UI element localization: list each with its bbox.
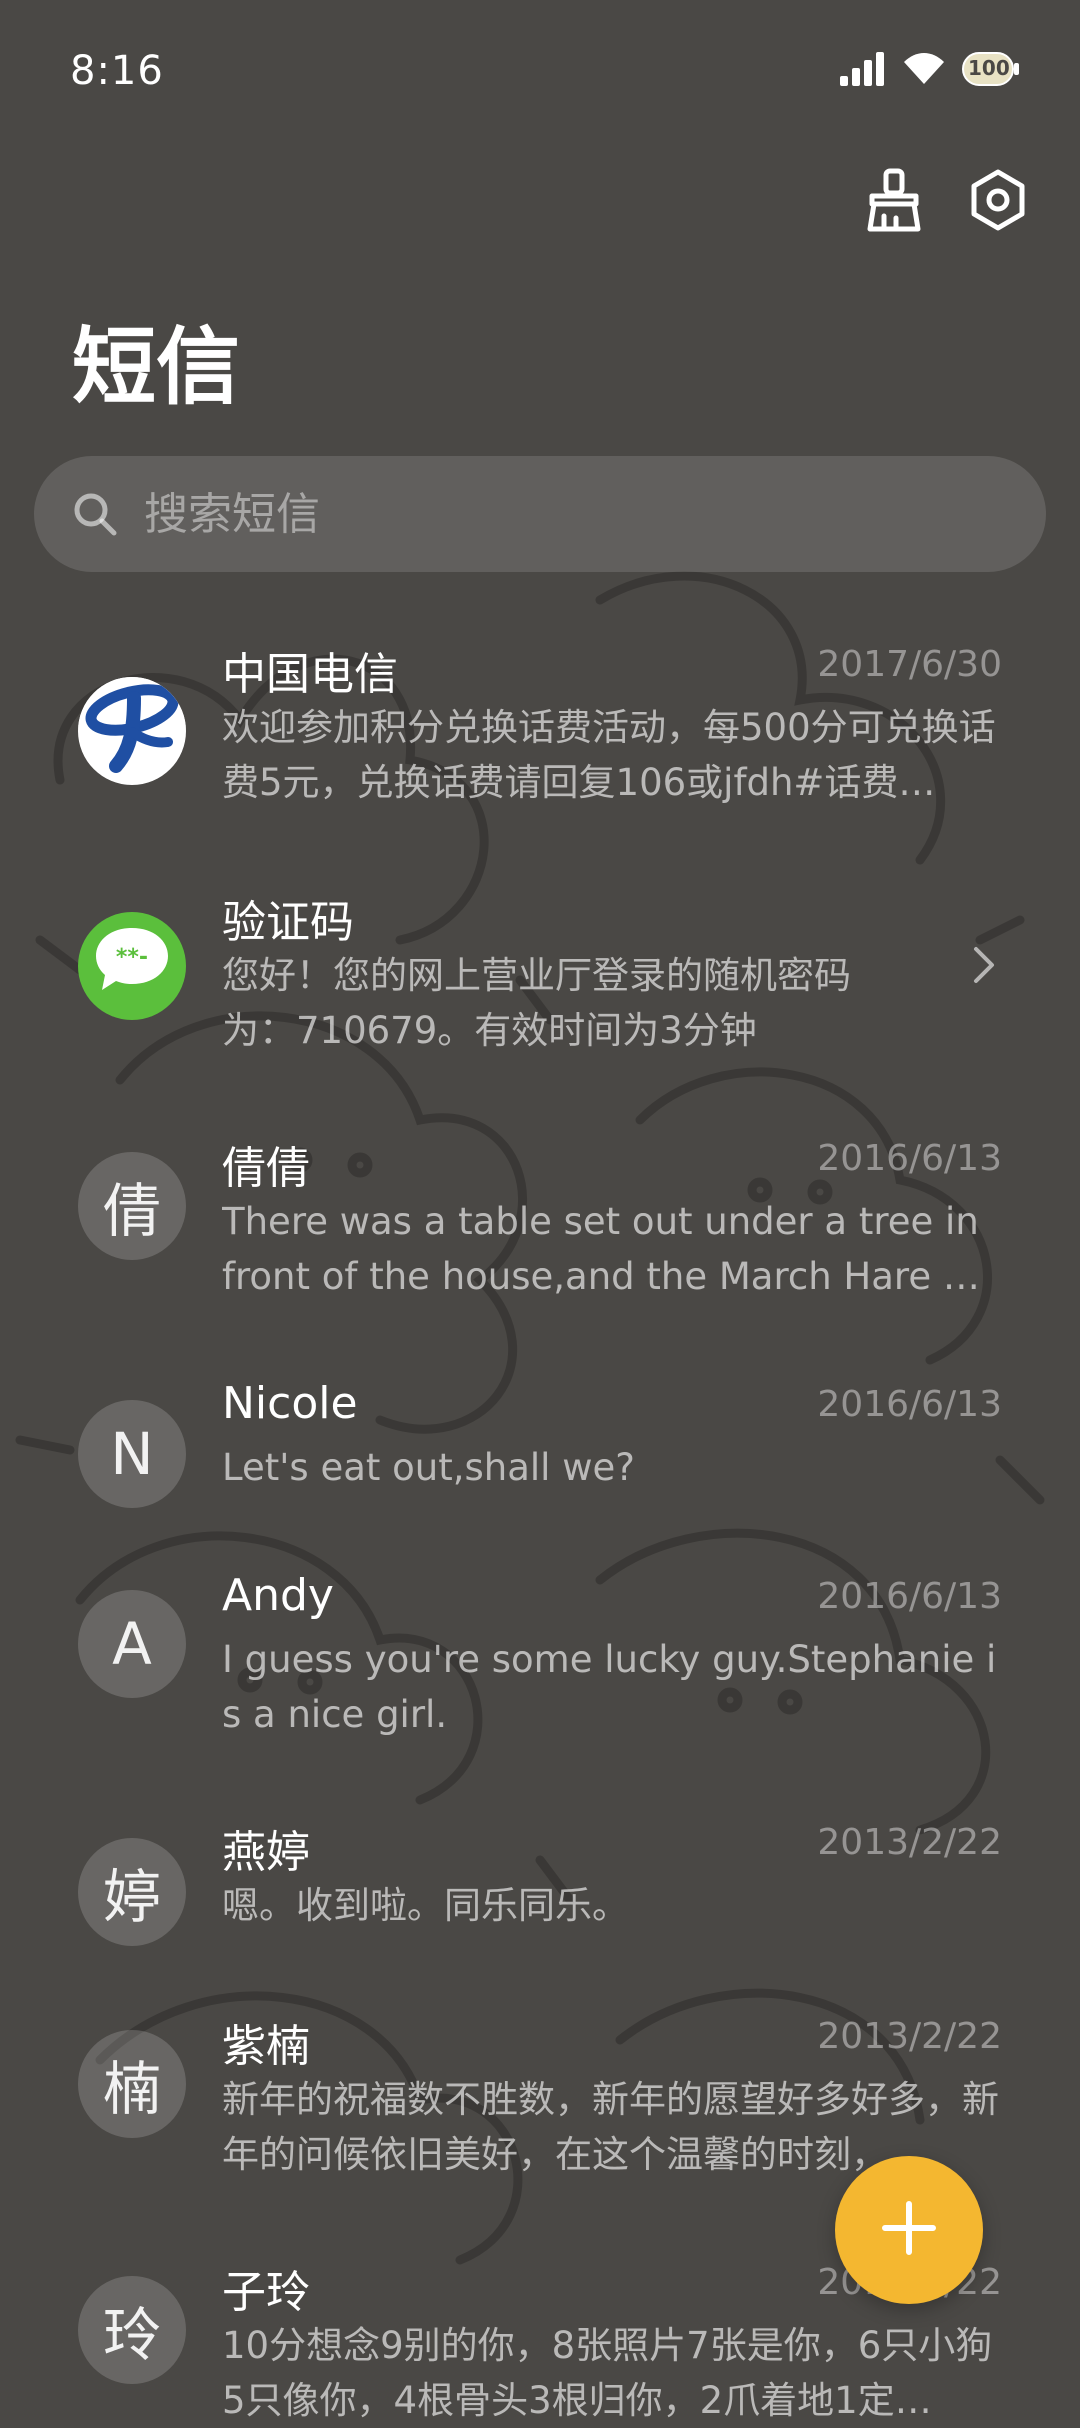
settings-button[interactable] bbox=[966, 168, 1030, 236]
avatar: N bbox=[78, 1400, 186, 1508]
battery-icon: 100 bbox=[962, 52, 1020, 90]
chevron-right-icon bbox=[966, 938, 1002, 992]
status-icons: 100 bbox=[840, 52, 1020, 90]
conversation-name: 验证码 bbox=[222, 897, 354, 948]
signal-icon bbox=[840, 52, 886, 90]
conversation-preview: 您好！您的网上营业厅登录的随机密码为：710679。有效时间为3分钟 bbox=[222, 954, 851, 1052]
conversation-name: 燕婷 bbox=[222, 1827, 310, 1878]
conversation-date: 2013/2/22 bbox=[817, 1822, 1002, 1863]
conversation-item[interactable]: A Andy 2016/6/13 I guess you're some luc… bbox=[0, 1570, 1080, 1740]
new-message-button[interactable] bbox=[835, 2156, 983, 2304]
avatar-text: **- bbox=[116, 945, 148, 970]
conversation-item[interactable]: 倩 倩倩 2016/6/13 There was a table set out… bbox=[0, 1132, 1080, 1302]
conversation-date: 2016/6/13 bbox=[817, 1138, 1002, 1179]
conversation-date: 2017/6/30 bbox=[817, 644, 1002, 685]
conversation-preview: 嗯。收到啦。同乐同乐。 bbox=[222, 1884, 629, 1927]
conversation-date: 2016/6/13 bbox=[817, 1384, 1002, 1425]
search-icon bbox=[70, 489, 120, 539]
avatar: 玲 bbox=[78, 2276, 186, 2384]
plus-icon bbox=[881, 2200, 937, 2260]
china-telecom-logo-icon bbox=[78, 677, 186, 785]
conversation-item[interactable]: 婷 燕婷 2013/2/22 嗯。收到啦。同乐同乐。 bbox=[0, 1816, 1080, 1946]
conversation-preview: 欢迎参加积分兑换话费活动，每500分可兑换话费5元，兑换话费请回复106或jfd… bbox=[222, 706, 996, 804]
search-input[interactable] bbox=[142, 487, 1046, 541]
conversation-name: Nicole bbox=[222, 1378, 358, 1429]
conversation-preview: There was a table set out under a tree i… bbox=[222, 1200, 979, 1298]
avatar bbox=[78, 677, 186, 785]
message-code-icon: **- bbox=[92, 924, 172, 1008]
conversation-item[interactable]: **- 验证码 您好！您的网上营业厅登录的随机密码为：710679。有效时间为3… bbox=[0, 886, 1080, 1056]
conversation-name: 子玲 bbox=[222, 2267, 310, 2318]
conversation-name: 倩倩 bbox=[222, 1143, 310, 1194]
conversation-name: Andy bbox=[222, 1570, 334, 1621]
avatar: 婷 bbox=[78, 1838, 186, 1946]
conversation-preview: I guess you're some lucky guy.Stephanie … bbox=[222, 1638, 997, 1736]
conversation-item[interactable]: N Nicole 2016/6/13 Let's eat out,shall w… bbox=[0, 1378, 1080, 1508]
avatar: 倩 bbox=[78, 1152, 186, 1260]
page-title: 短信 bbox=[72, 318, 241, 416]
conversation-date: 2016/6/13 bbox=[817, 1576, 1002, 1617]
conversation-item[interactable]: 楠 紫楠 2013/2/22 新年的祝福数不胜数，新年的愿望好多好多，新年的问候… bbox=[0, 2010, 1080, 2180]
status-time: 8:16 bbox=[70, 48, 164, 94]
conversation-preview: 10分想念9别的你，8张照片7张是你，6只小狗5只像你，4根骨头3根归你，2爪着… bbox=[222, 2324, 993, 2422]
avatar: **- bbox=[78, 912, 186, 1020]
wifi-icon bbox=[902, 52, 946, 90]
search-bar[interactable] bbox=[34, 456, 1046, 572]
battery-level: 100 bbox=[968, 56, 1010, 80]
status-bar: 8:16 100 bbox=[0, 0, 1080, 150]
conversation-preview: Let's eat out,shall we? bbox=[222, 1446, 635, 1489]
conversation-name: 紫楠 bbox=[222, 2021, 310, 2072]
conversation-item[interactable]: 中国电信 2017/6/30 欢迎参加积分兑换话费活动，每500分可兑换话费5元… bbox=[0, 638, 1080, 848]
avatar: A bbox=[78, 1590, 186, 1698]
conversation-name: 中国电信 bbox=[222, 649, 398, 700]
header-actions bbox=[862, 168, 1030, 236]
broom-icon bbox=[864, 168, 924, 236]
conversation-date: 2013/2/22 bbox=[817, 2016, 1002, 2057]
settings-icon bbox=[968, 168, 1028, 236]
clean-button[interactable] bbox=[862, 168, 926, 236]
avatar: 楠 bbox=[78, 2030, 186, 2138]
